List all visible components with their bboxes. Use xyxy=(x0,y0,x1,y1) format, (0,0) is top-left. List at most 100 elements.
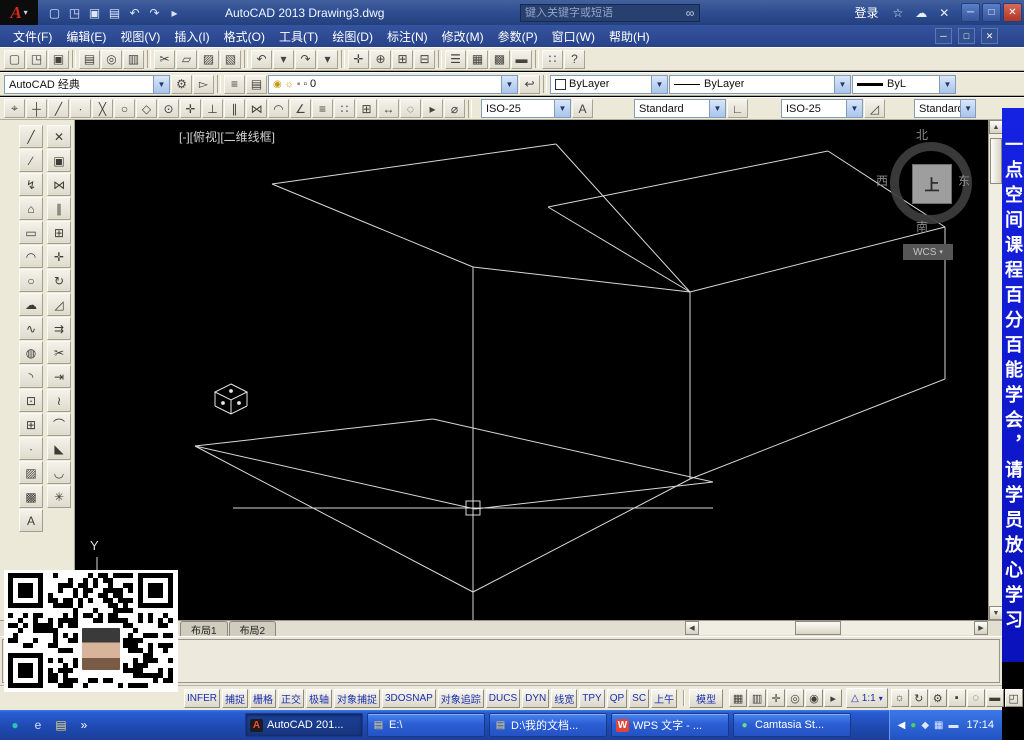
close-button[interactable]: ✕ xyxy=(1003,3,1022,22)
hatch-tool-icon[interactable]: ▨ xyxy=(19,461,43,484)
chamfer-tool-icon[interactable]: ◣ xyxy=(47,437,71,460)
snap-none-icon[interactable]: ≡ xyxy=(312,99,333,118)
paste-icon[interactable]: ▨ xyxy=(198,49,219,69)
open-icon[interactable]: ◳ xyxy=(26,49,47,69)
snap-marker-icon[interactable]: ◌ xyxy=(400,99,421,118)
new-icon[interactable]: ▢ xyxy=(4,49,25,69)
scale-tool-icon[interactable]: ◿ xyxy=(47,293,71,316)
layer-states-icon[interactable]: ▤ xyxy=(246,74,267,94)
layer-lock-icon[interactable]: ▪ xyxy=(297,79,301,90)
scroll-down-button[interactable]: ▼ xyxy=(989,606,1003,620)
sign-in-link[interactable]: 登录 xyxy=(854,4,878,21)
plot-icon[interactable]: ▤ xyxy=(79,49,100,69)
tray-volume-icon[interactable]: ◆ xyxy=(921,720,929,731)
qat-redo-icon[interactable]: ↷ xyxy=(146,4,163,21)
taskbar-button-3[interactable]: ▤ D:\我的文档... xyxy=(489,713,607,737)
make-block-tool-icon[interactable]: ⊞ xyxy=(19,413,43,436)
ellipse-arc-tool-icon[interactable]: ◝ xyxy=(19,365,43,388)
search-input[interactable] xyxy=(521,7,681,19)
snap-nearest-icon[interactable]: ∷ xyxy=(334,99,355,118)
menu-item-10[interactable]: 参数(P) xyxy=(491,25,545,47)
redo-dropdown-icon[interactable]: ▾ xyxy=(317,49,338,69)
horizontal-scroll-track[interactable] xyxy=(699,621,974,635)
qat-new-icon[interactable]: ▢ xyxy=(46,4,63,21)
chevron-down-icon[interactable]: ▼ xyxy=(834,75,850,93)
status-toggle-3dosnap[interactable]: 3DOSNAP xyxy=(382,688,436,708)
chevron-down-icon[interactable]: ▼ xyxy=(153,75,169,93)
maximize-button[interactable]: □ xyxy=(982,3,1001,22)
tray-ime-icon[interactable]: ▬ xyxy=(948,720,958,731)
menu-item-8[interactable]: 标注(N) xyxy=(380,25,435,47)
status-toggle-极轴[interactable]: 极轴 xyxy=(306,688,332,708)
workspace-switch-icon[interactable]: ⚙ xyxy=(928,689,947,707)
snap-settings-icon[interactable]: ▸ xyxy=(422,99,443,118)
toolbar-lock-icon[interactable]: ▪ xyxy=(947,689,966,707)
mleader-style-combobox[interactable]: Standard ▼ xyxy=(914,99,976,118)
layer-on-icon[interactable]: ◉ xyxy=(273,79,282,90)
snap-from-icon[interactable]: ┼ xyxy=(26,99,47,118)
explode-tool-icon[interactable]: ✳ xyxy=(47,485,71,508)
snap-midpoint-icon[interactable]: ∙ xyxy=(70,99,91,118)
array-tool-icon[interactable]: ⊞ xyxy=(47,221,71,244)
status-toggle-tpy[interactable]: TPY xyxy=(579,688,605,708)
menu-item-4[interactable]: 插入(I) xyxy=(167,25,216,47)
pan-icon[interactable]: ✛ xyxy=(348,49,369,69)
viewcube-top-face[interactable]: 上 xyxy=(912,164,952,204)
autodesk-360-icon[interactable]: ☁ xyxy=(915,6,927,20)
redo-icon[interactable]: ↷ xyxy=(295,49,316,69)
menu-item-9[interactable]: 修改(M) xyxy=(435,25,491,47)
taskbar-button-4[interactable]: W WPS 文字 - ... xyxy=(611,713,729,737)
horizontal-scrollbar[interactable]: ◀ ▶ xyxy=(685,621,988,635)
status-toggle-捕捉[interactable]: 捕捉 xyxy=(222,688,248,708)
tray-network-icon[interactable]: ▦ xyxy=(934,720,943,731)
menu-item-7[interactable]: 绘图(D) xyxy=(325,25,380,47)
menu-item-6[interactable]: 工具(T) xyxy=(272,25,325,47)
quick-launch-player-icon[interactable]: ● xyxy=(6,716,24,734)
search-binoculars-icon[interactable]: ∞ xyxy=(681,6,699,20)
join-tool-icon[interactable]: ⌒ xyxy=(47,413,71,436)
wcs-menu[interactable]: WCS ▾ xyxy=(903,244,953,260)
undo-icon[interactable]: ↶ xyxy=(251,49,272,69)
object-snap-track-icon[interactable]: ↔ xyxy=(378,99,399,118)
menu-item-3[interactable]: 视图(V) xyxy=(113,25,167,47)
dim-style-combobox[interactable]: ISO-25 ▼ xyxy=(481,99,571,118)
snap-quadrant-icon[interactable]: ◇ xyxy=(136,99,157,118)
chevron-down-icon[interactable]: ▼ xyxy=(960,100,975,117)
quick-calc-icon[interactable]: ∷ xyxy=(542,49,563,69)
status-toggle-上午[interactable]: 上午 xyxy=(651,688,678,708)
zoom-window-icon[interactable]: ⊞ xyxy=(392,49,413,69)
menu-item-11[interactable]: 窗口(W) xyxy=(545,25,602,47)
doc-minimize-button[interactable]: ─ xyxy=(935,28,952,44)
table-style-icon[interactable]: ◿ xyxy=(864,99,885,118)
snap-perpendicular-icon[interactable]: ⊥ xyxy=(202,99,223,118)
snap-tangent-icon[interactable]: ⊙ xyxy=(158,99,179,118)
workspace-settings-icon[interactable]: ⚙ xyxy=(171,74,192,94)
quick-view-layouts-icon[interactable]: ▦ xyxy=(729,689,748,707)
menu-item-1[interactable]: 文件(F) xyxy=(6,25,59,47)
properties-icon[interactable]: ☰ xyxy=(445,49,466,69)
tool-palettes-icon[interactable]: ▩ xyxy=(489,49,510,69)
qat-plot-icon[interactable]: ▤ xyxy=(106,4,123,21)
trim-tool-icon[interactable]: ✂ xyxy=(47,341,71,364)
cleanscreen-icon[interactable]: ◰ xyxy=(1004,689,1023,707)
snap-apparent-int-icon[interactable]: ⋈ xyxy=(246,99,267,118)
move-tool-icon[interactable]: ✛ xyxy=(47,245,71,268)
status-toggle-dyn[interactable]: DYN xyxy=(522,688,550,708)
object-isolate-icon[interactable]: ◌ xyxy=(966,689,985,707)
multiline-text-tool-icon[interactable]: A xyxy=(19,509,43,532)
point-tool-icon[interactable]: ∙ xyxy=(19,437,43,460)
zoom-realtime-icon[interactable]: ⊕ xyxy=(370,49,391,69)
scroll-left-button[interactable]: ◀ xyxy=(685,621,699,635)
designcenter-icon[interactable]: ▦ xyxy=(467,49,488,69)
snap-extension-icon[interactable]: ◠ xyxy=(268,99,289,118)
quick-view-drawings-icon[interactable]: ▥ xyxy=(748,689,767,707)
status-toggle-ducs[interactable]: DUCS xyxy=(485,688,521,708)
color-combobox[interactable]: ByL​ayer ▼ xyxy=(550,74,668,94)
help-question-icon[interactable]: ? xyxy=(564,49,585,69)
stretch-tool-icon[interactable]: ⇉ xyxy=(47,317,71,340)
snap-angle-icon[interactable]: ∠ xyxy=(290,99,311,118)
arc-tool-icon[interactable]: ◠ xyxy=(19,245,43,268)
layer-previous-icon[interactable]: ↩ xyxy=(519,74,540,94)
zoom-previous-icon[interactable]: ⊟ xyxy=(414,49,435,69)
qat-undo-icon[interactable]: ↶ xyxy=(126,4,143,21)
